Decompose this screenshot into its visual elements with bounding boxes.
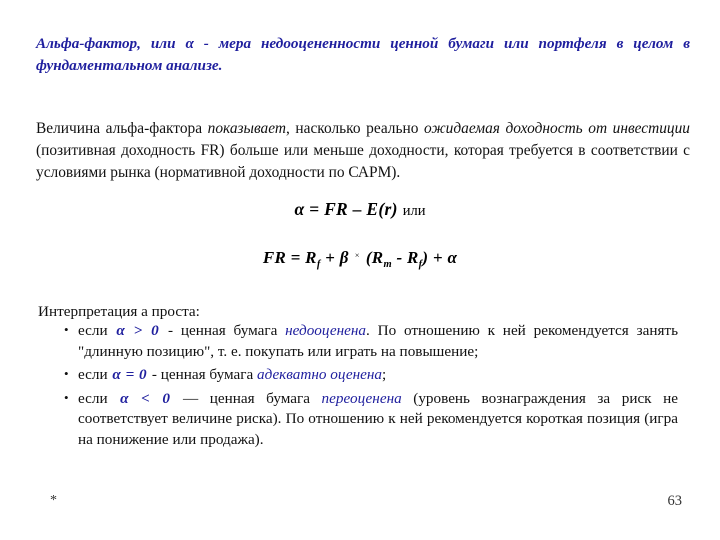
paragraph-segment-1: Величина альфа-фактора — [36, 120, 208, 138]
bullet-3-condition: α < 0 — [120, 389, 171, 407]
body-paragraph: Величина альфа-фактора показывает, наско… — [36, 118, 690, 184]
formula-alpha-expression: α = FR – E(r) — [294, 199, 398, 219]
interpretation-heading: Интерпретация a проста: — [38, 303, 200, 320]
paragraph-segment-2: , насколько реально — [285, 120, 425, 138]
multiplication-icon: × — [354, 250, 360, 260]
formula-alpha-suffix: или — [402, 203, 426, 219]
list-item: если α > 0 - ценная бумага недооценена. … — [62, 320, 678, 362]
bullet-3-mid: — ценная бумага — [171, 389, 322, 407]
bullet-2-mid: - ценная бумага — [148, 366, 257, 383]
formula-capm-mid-3: - R — [391, 248, 419, 267]
paragraph-segment-3: (позитивная доходность FR) больше или ме… — [36, 142, 690, 182]
slide-title: Альфа-фактор, или α - мера недооцененнос… — [36, 33, 690, 77]
bullet-2-post: ; — [381, 366, 387, 383]
formula-capm-lead: FR = R — [262, 248, 317, 267]
list-item: если α < 0 — ценная бумага переоценена (… — [62, 388, 678, 451]
bullet-1-pre: если — [78, 322, 116, 339]
formula-capm-mid-2: (R — [365, 248, 384, 267]
bullet-2-pre: если — [78, 366, 112, 383]
slide-number: 63 — [667, 493, 683, 509]
paragraph-emphasis-2: ожидаемая доходность от инвестиции — [424, 120, 690, 138]
paragraph-emphasis-1: показывает — [207, 120, 286, 138]
formula-capm-mid-1: + β — [320, 248, 349, 267]
slide-canvas: Альфа-фактор, или α - мера недооцененнос… — [0, 0, 720, 540]
bullet-2-condition: α = 0 — [112, 366, 148, 383]
formula-capm-tail: ) + α — [422, 248, 458, 267]
formula-alpha: α = FR – E(r) или — [0, 199, 720, 220]
bullet-1-emphasis: недооценена — [285, 322, 367, 339]
list-item: если α = 0 - ценная бумага адекватно оце… — [62, 364, 678, 386]
interpretation-list: если α > 0 - ценная бумага недооценена. … — [62, 320, 678, 451]
bullet-3-emphasis: переоценена — [321, 389, 402, 407]
formula-capm: FR = Rf + β × (Rm - Rf) + α — [0, 248, 720, 270]
formula-capm-sub-rm: m — [383, 259, 392, 270]
bullet-1-mid: - ценная бумага — [160, 322, 286, 339]
slide-title-line-1: Альфа-фактор, или α - мера недооцененнос… — [36, 35, 624, 52]
bullet-2-emphasis: адекватно оценена — [256, 366, 382, 383]
bullet-3-pre: если — [78, 389, 120, 407]
bullet-1-condition: α > 0 — [116, 322, 160, 339]
